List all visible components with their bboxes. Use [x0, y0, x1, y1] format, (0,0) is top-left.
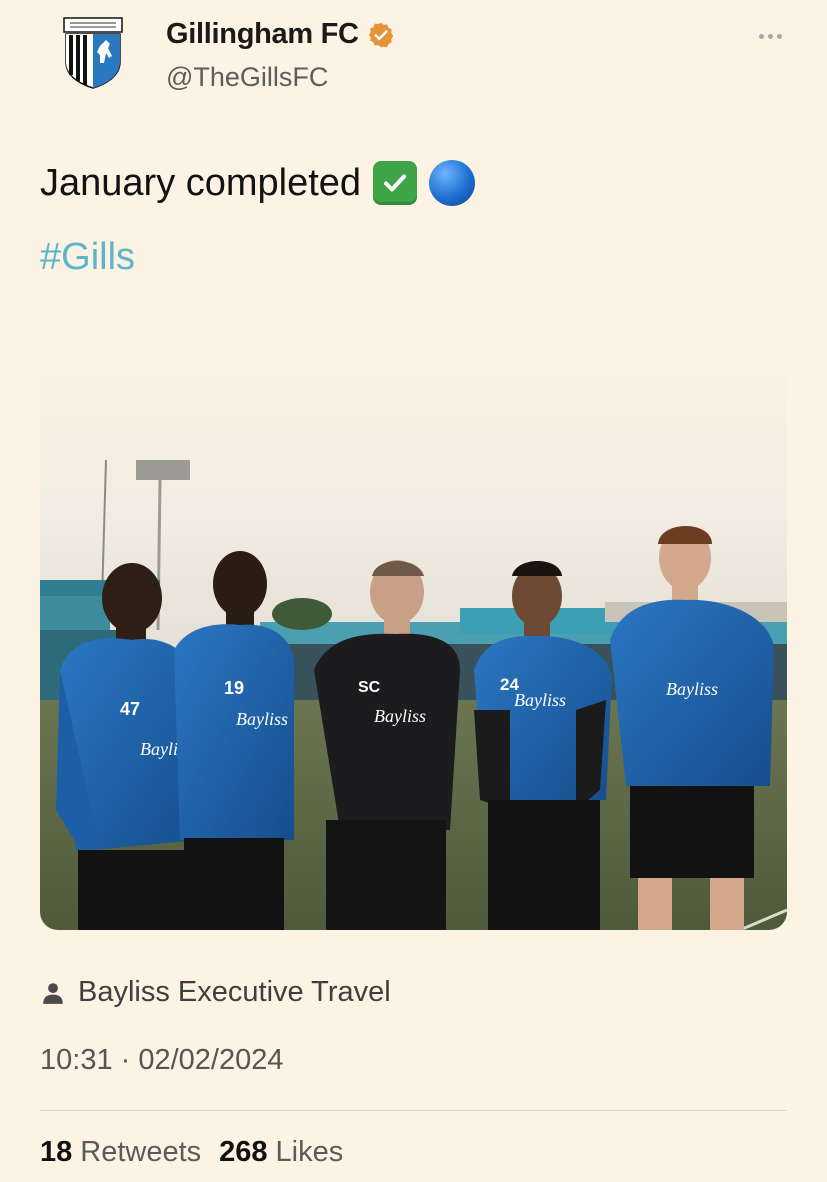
- jersey-number: 19: [224, 678, 244, 698]
- hashtag-link[interactable]: #Gills: [40, 236, 135, 279]
- sponsor-text: Bayliss: [514, 690, 566, 710]
- coach-initials: SC: [358, 679, 381, 696]
- engagement-stats: 18 Retweets 268 Likes: [40, 1136, 343, 1169]
- sponsor-text: Bayliss: [236, 709, 288, 729]
- verified-badge-icon: [368, 22, 393, 47]
- check-mark-emoji-icon: [373, 161, 418, 205]
- tweet-body: January completed: [40, 161, 362, 204]
- tweet-timestamp[interactable]: 10:31 · 02/02/2024: [40, 1044, 283, 1077]
- display-name[interactable]: Gillingham FC: [166, 18, 395, 51]
- jersey-number: 47: [120, 699, 140, 719]
- tagged-account[interactable]: Bayliss Executive Travel: [40, 976, 391, 1009]
- tweet-photo[interactable]: 47 Bayliss 19 Bayliss SC Bayliss 24 Bayl…: [40, 330, 787, 930]
- retweets-count: 18: [40, 1136, 73, 1168]
- likes-count: 268: [219, 1136, 268, 1168]
- team-photo-image: 47 Bayliss 19 Bayliss SC Bayliss 24 Bayl…: [40, 330, 787, 930]
- account-handle[interactable]: @TheGillsFC: [166, 62, 328, 93]
- tweet-text: January completed: [40, 160, 476, 206]
- blue-circle-emoji-icon: [429, 160, 476, 206]
- retweets-label: Retweets: [80, 1136, 202, 1168]
- sponsor-text: Bayliss: [374, 706, 426, 726]
- likes-label: Likes: [275, 1136, 344, 1168]
- retweets-stat[interactable]: 18 Retweets: [40, 1136, 201, 1169]
- sponsor-text: Bayliss: [666, 679, 718, 699]
- display-name-text: Gillingham FC: [166, 18, 359, 50]
- tweet-header: Gillingham FC @TheGillsFC: [0, 0, 827, 110]
- divider: [40, 1110, 787, 1111]
- dot: [758, 33, 764, 39]
- likes-stat[interactable]: 268 Likes: [219, 1136, 343, 1169]
- dot: [776, 33, 782, 39]
- gillingham-crest-icon: [63, 17, 123, 89]
- dot: [767, 33, 773, 39]
- person-icon: [43, 982, 63, 1004]
- more-options-icon[interactable]: [752, 22, 788, 50]
- avatar[interactable]: [62, 16, 124, 90]
- tagged-label: Bayliss Executive Travel: [78, 976, 391, 1008]
